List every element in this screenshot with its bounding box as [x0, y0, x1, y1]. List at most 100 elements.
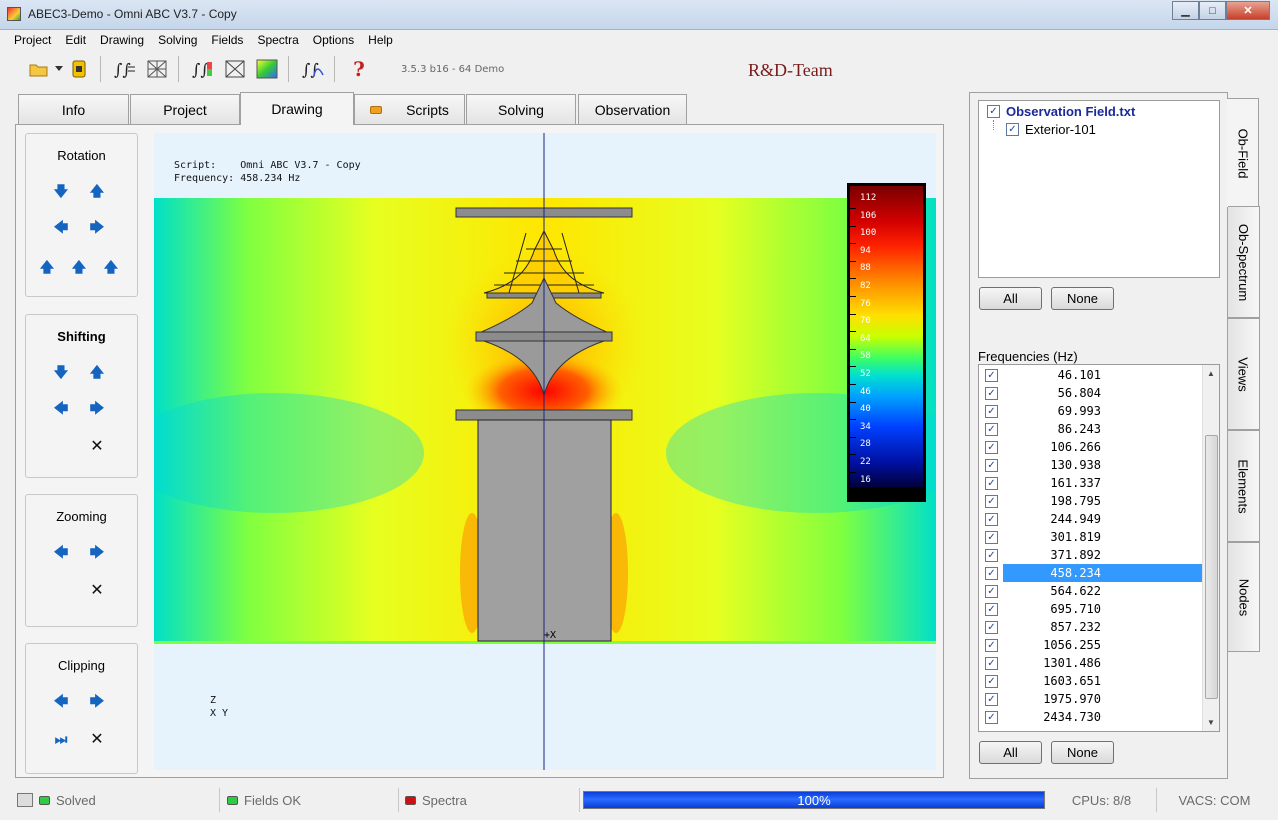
frequency-checkbox[interactable]: ✓	[985, 638, 998, 652]
spectrum-icon[interactable]: ∫∫	[301, 57, 325, 81]
tab-observation[interactable]: Observation	[578, 94, 687, 125]
observation-all-button[interactable]: All	[979, 287, 1042, 310]
frequency-row[interactable]: ✓ 371.892	[979, 546, 1203, 564]
frequency-checkbox[interactable]: ✓	[985, 494, 998, 508]
frequency-checkbox[interactable]: ✓	[985, 620, 998, 634]
frequency-row[interactable]: ✓ 56.804	[979, 384, 1203, 402]
rotate-up-icon[interactable]: 🡅	[88, 183, 106, 202]
shift-left-icon[interactable]: 🡄	[52, 400, 70, 419]
frequency-row[interactable]: ✓ 2434.730	[979, 708, 1203, 726]
frequency-checkbox[interactable]: ✓	[985, 656, 998, 670]
tab-drawing[interactable]: Drawing	[240, 92, 354, 125]
dropdown-arrow-icon[interactable]	[54, 57, 64, 81]
menu-drawing[interactable]: Drawing	[93, 33, 151, 47]
field-viewport[interactable]: Script: Omni ABC V3.7 - Copy Frequency: 4…	[154, 133, 936, 770]
close-button[interactable]: ✕	[1226, 1, 1270, 20]
zoom-out-icon[interactable]: 🡄	[52, 544, 70, 563]
observation-none-button[interactable]: None	[1051, 287, 1114, 310]
frequency-checkbox[interactable]: ✓	[985, 566, 998, 580]
frequency-checkbox[interactable]: ✓	[985, 368, 998, 382]
field-integral-icon[interactable]: ∫∫	[191, 57, 215, 81]
side-tab-elements[interactable]: Elements	[1228, 430, 1260, 542]
minimize-button[interactable]: ▁	[1172, 1, 1199, 20]
field-mesh-icon[interactable]	[223, 57, 247, 81]
side-tab-ob-field[interactable]: Ob-Field	[1227, 98, 1259, 208]
save-icon[interactable]	[67, 57, 91, 81]
frequency-row[interactable]: ✓ 695.710	[979, 600, 1203, 618]
clip-right-icon[interactable]: 🡆	[88, 693, 106, 712]
tab-project[interactable]: Project	[130, 94, 240, 125]
menu-help[interactable]: Help	[361, 33, 400, 47]
tab-info[interactable]: Info	[18, 94, 129, 125]
frequency-row[interactable]: ✓ 564.622	[979, 582, 1203, 600]
menu-project[interactable]: Project	[7, 33, 58, 47]
tree-child[interactable]: ✓ Exterior-101	[1006, 122, 1096, 137]
frequency-checkbox[interactable]: ✓	[985, 512, 998, 526]
clip-left-icon[interactable]: 🡄	[52, 693, 70, 712]
rotate-left-icon[interactable]: 🡄	[52, 219, 70, 238]
frequency-checkbox[interactable]: ✓	[985, 476, 998, 490]
frequency-none-button[interactable]: None	[1051, 741, 1114, 764]
frequency-checkbox[interactable]: ✓	[985, 404, 998, 418]
menu-edit[interactable]: Edit	[58, 33, 93, 47]
frequency-all-button[interactable]: All	[979, 741, 1042, 764]
frequency-checkbox[interactable]: ✓	[985, 530, 998, 544]
color-map-icon[interactable]	[255, 57, 279, 81]
zoom-in-icon[interactable]: 🡆	[88, 544, 106, 563]
frequency-row[interactable]: ✓ 161.337	[979, 474, 1203, 492]
rotate-right-icon[interactable]: 🡆	[88, 219, 106, 238]
scroll-down-icon[interactable]: ▼	[1207, 718, 1215, 727]
shift-right-icon[interactable]: 🡆	[88, 400, 106, 419]
tree-root[interactable]: ✓ Observation Field.txt	[987, 104, 1135, 119]
maximize-button[interactable]: □	[1199, 1, 1226, 20]
tree-root-checkbox[interactable]: ✓	[987, 105, 1000, 118]
frequency-checkbox[interactable]: ✓	[985, 386, 998, 400]
tab-scripts[interactable]: Scripts	[354, 94, 465, 125]
shift-up-icon[interactable]: 🡅	[88, 364, 106, 383]
frequency-row[interactable]: ✓ 301.819	[979, 528, 1203, 546]
frequency-row[interactable]: ✓ 69.993	[979, 402, 1203, 420]
frequency-checkbox[interactable]: ✓	[985, 584, 998, 598]
frequency-row[interactable]: ✓ 458.234	[979, 564, 1203, 582]
align-z-icon[interactable]: 🡅	[38, 259, 56, 278]
frequency-row[interactable]: ✓ 857.232	[979, 618, 1203, 636]
menu-solving[interactable]: Solving	[151, 33, 204, 47]
frequency-checkbox[interactable]: ✓	[985, 674, 998, 688]
frequency-checkbox[interactable]: ✓	[985, 440, 998, 454]
shift-down-icon[interactable]: 🡇	[52, 364, 70, 383]
side-tab-nodes[interactable]: Nodes	[1228, 542, 1260, 652]
frequency-row[interactable]: ✓ 198.795	[979, 492, 1203, 510]
scroll-up-icon[interactable]: ▲	[1207, 369, 1215, 378]
align-y-icon[interactable]: 🡅	[70, 259, 88, 278]
frequency-checkbox[interactable]: ✓	[985, 458, 998, 472]
align-x-icon[interactable]: 🡅	[102, 259, 120, 278]
frequency-row[interactable]: ✓ 1056.255	[979, 636, 1203, 654]
help-icon[interactable]: ?	[347, 57, 371, 81]
frequency-checkbox[interactable]: ✓	[985, 710, 998, 724]
open-folder-icon[interactable]	[27, 57, 51, 81]
tab-solving[interactable]: Solving	[466, 94, 576, 125]
frequency-row[interactable]: ✓ 1301.486	[979, 654, 1203, 672]
frequency-row[interactable]: ✓ 1975.970	[979, 690, 1203, 708]
frequency-scrollbar[interactable]: ▲ ▼	[1202, 365, 1219, 731]
scroll-thumb[interactable]	[1205, 435, 1218, 699]
clip-step-icon[interactable]: ⏭	[52, 730, 70, 748]
rotate-down-icon[interactable]: 🡇	[52, 183, 70, 202]
clip-reset-icon[interactable]: ✕	[88, 730, 106, 748]
side-tab-ob-spectrum[interactable]: Ob-Spectrum	[1228, 206, 1260, 318]
frequency-checkbox[interactable]: ✓	[985, 692, 998, 706]
frequency-checkbox[interactable]: ✓	[985, 548, 998, 562]
frequency-row[interactable]: ✓ 86.243	[979, 420, 1203, 438]
frequency-row[interactable]: ✓ 1603.651	[979, 672, 1203, 690]
solve-integral-icon[interactable]: ∫∫	[113, 57, 137, 81]
frequency-row[interactable]: ✓ 46.101	[979, 366, 1203, 384]
mesh-icon[interactable]	[145, 57, 169, 81]
frequency-list[interactable]: ✓ 46.101 ✓ 56.804 ✓ 69.993 ✓ 86.243 ✓ 106.266 ✓ 130…	[978, 364, 1220, 732]
menu-options[interactable]: Options	[306, 33, 361, 47]
menu-spectra[interactable]: Spectra	[250, 33, 305, 47]
menu-fields[interactable]: Fields	[204, 33, 250, 47]
frequency-row[interactable]: ✓ 106.266	[979, 438, 1203, 456]
shift-reset-icon[interactable]: ✕	[88, 437, 106, 455]
tree-child-checkbox[interactable]: ✓	[1006, 123, 1019, 136]
frequency-checkbox[interactable]: ✓	[985, 602, 998, 616]
